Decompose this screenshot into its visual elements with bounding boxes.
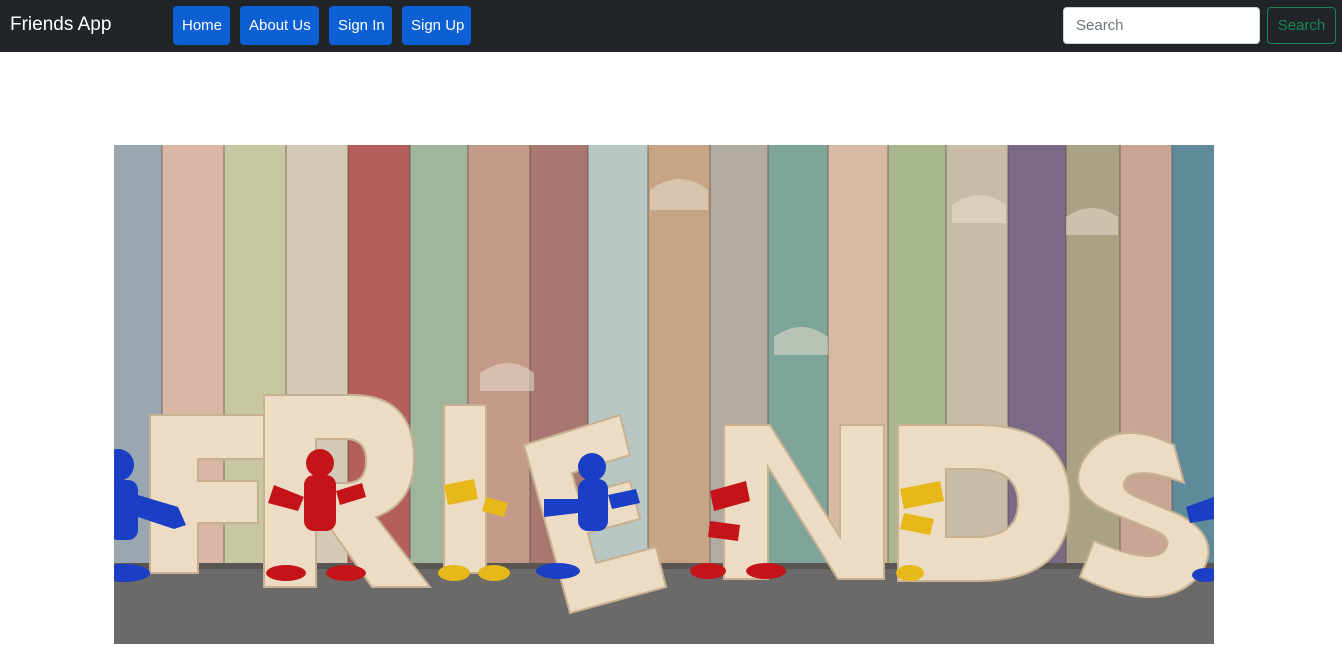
search-input[interactable] (1063, 7, 1260, 44)
nav-sign-up-button[interactable]: Sign Up (402, 6, 471, 45)
search-button[interactable]: Search (1267, 7, 1336, 44)
hero-banner-image (114, 145, 1214, 644)
nav-home-button[interactable]: Home (173, 6, 230, 45)
nav-sign-in-button[interactable]: Sign In (329, 6, 392, 45)
brand-link[interactable]: Friends App (10, 13, 111, 37)
friends-letters-illustration (114, 145, 1214, 644)
top-navbar: Friends App Home About Us Sign In Sign U… (0, 0, 1342, 52)
nav-about-us-button[interactable]: About Us (240, 6, 319, 45)
